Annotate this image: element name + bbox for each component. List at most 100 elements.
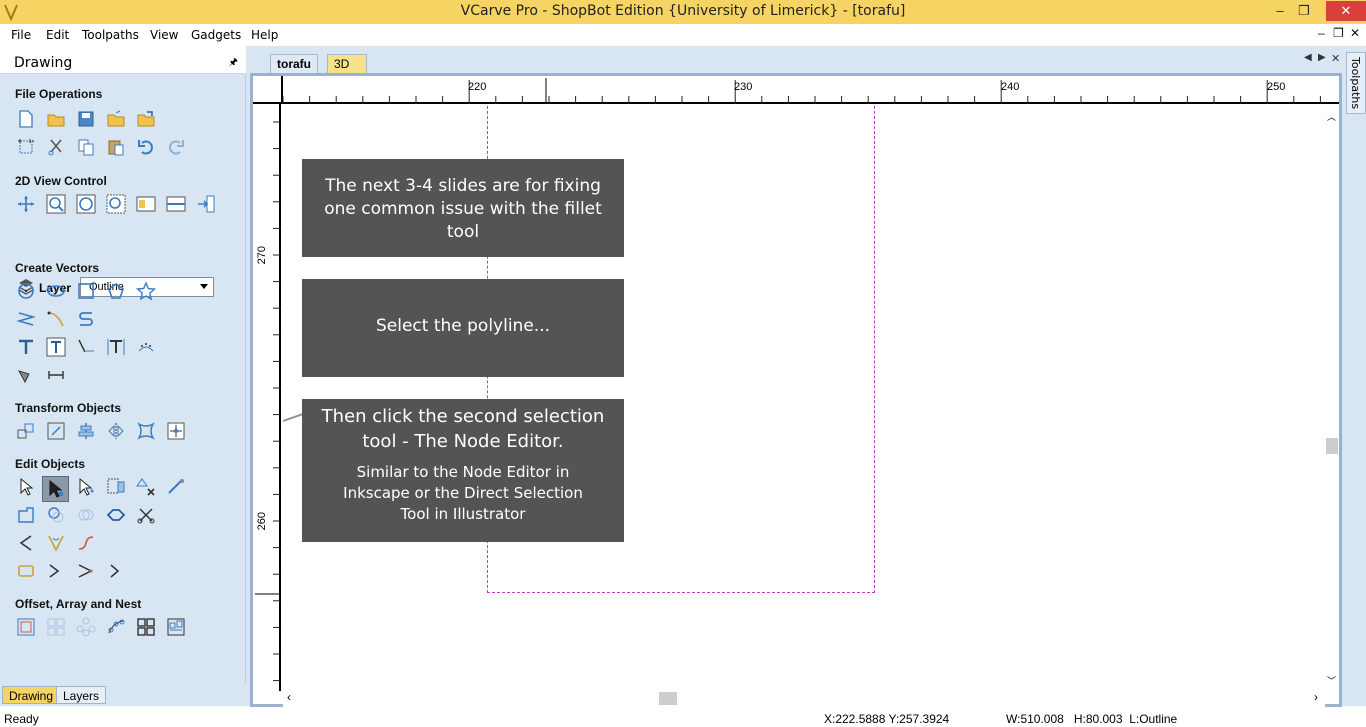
set-position-icon[interactable] bbox=[165, 420, 187, 442]
save-icon[interactable] bbox=[75, 108, 97, 130]
auto-nest-icon[interactable] bbox=[165, 616, 187, 638]
doc-close-button[interactable]: ✕ bbox=[1350, 26, 1360, 40]
scroll-right-icon[interactable]: › bbox=[1314, 690, 1318, 704]
fillet-icon[interactable] bbox=[45, 532, 67, 554]
menu-help[interactable]: Help bbox=[251, 28, 278, 42]
align-icon[interactable] bbox=[75, 420, 97, 442]
smooth-curve-icon[interactable] bbox=[75, 532, 97, 554]
horizontal-scrollbar[interactable]: ‹ › bbox=[283, 689, 1325, 707]
transform-select-icon[interactable] bbox=[75, 476, 97, 498]
paste-icon[interactable] bbox=[105, 136, 127, 158]
move-icon[interactable] bbox=[15, 420, 37, 442]
menu-gadgets[interactable]: Gadgets bbox=[191, 28, 241, 42]
import-icon[interactable] bbox=[135, 108, 157, 130]
scroll-down-icon[interactable]: ﹀ bbox=[1327, 674, 1336, 687]
curve-icon[interactable] bbox=[45, 308, 67, 330]
mirror-icon[interactable] bbox=[105, 420, 127, 442]
view-split-icon[interactable] bbox=[135, 193, 157, 215]
drawing-canvas[interactable]: The next 3-4 slides are for fixing one c… bbox=[283, 106, 1325, 689]
join-vectors-icon[interactable] bbox=[105, 504, 127, 526]
tab-3d-view[interactable]: 3D View bbox=[327, 54, 367, 85]
doc-minimize-button[interactable]: – bbox=[1318, 26, 1325, 40]
star-icon[interactable] bbox=[135, 280, 157, 302]
close-button[interactable]: ✕ bbox=[1326, 1, 1366, 21]
offset-icon[interactable] bbox=[15, 616, 37, 638]
tab-close-icon[interactable]: ✕ bbox=[1331, 52, 1340, 65]
open-recent-icon[interactable] bbox=[105, 108, 127, 130]
copy-icon[interactable] bbox=[75, 136, 97, 158]
job-setup-icon[interactable] bbox=[15, 136, 37, 158]
create-tab-icon[interactable] bbox=[75, 560, 97, 582]
measure-icon[interactable] bbox=[165, 476, 187, 498]
block-copy-icon[interactable] bbox=[45, 616, 67, 638]
tab-prev-icon[interactable]: ◀ bbox=[1304, 52, 1312, 63]
scroll-up-icon[interactable]: ︿ bbox=[1327, 110, 1336, 123]
panel-tabs: Drawing Layers bbox=[0, 684, 246, 706]
menu-toolpaths[interactable]: Toolpaths bbox=[82, 28, 139, 42]
undo-icon[interactable] bbox=[135, 136, 157, 158]
distort-icon[interactable] bbox=[135, 420, 157, 442]
tab-torafu[interactable]: torafu bbox=[270, 54, 318, 74]
menu-edit[interactable]: Edit bbox=[46, 28, 69, 42]
menu-bar: File Edit Toolpaths View Gadgets Help – … bbox=[0, 24, 1366, 46]
trim-icon[interactable] bbox=[135, 504, 157, 526]
subtract-icon[interactable] bbox=[45, 504, 67, 526]
zoom-selection-icon[interactable] bbox=[105, 193, 127, 215]
new-file-icon[interactable] bbox=[15, 108, 37, 130]
adjust-text-icon[interactable] bbox=[105, 336, 127, 358]
auto-layout-text-icon[interactable] bbox=[45, 336, 67, 358]
tab-next-icon[interactable]: ▶ bbox=[1318, 52, 1326, 63]
text-icon[interactable] bbox=[15, 336, 37, 358]
copy-along-vector-icon[interactable] bbox=[105, 616, 127, 638]
scroll-left-icon[interactable]: ‹ bbox=[287, 690, 291, 704]
text-on-curve-icon[interactable] bbox=[75, 336, 97, 358]
node-editor-icon[interactable] bbox=[42, 476, 69, 502]
pin-icon[interactable]: 🖈 bbox=[229, 55, 238, 72]
menu-file[interactable]: File bbox=[11, 28, 31, 42]
tab-layers[interactable]: Layers bbox=[56, 686, 107, 704]
spiral-icon[interactable] bbox=[75, 308, 97, 330]
weld-icon[interactable] bbox=[15, 504, 37, 526]
circular-copy-icon[interactable] bbox=[75, 616, 97, 638]
zoom-extents-icon[interactable] bbox=[75, 193, 97, 215]
arc-text-icon[interactable] bbox=[135, 336, 157, 358]
open-folder-icon[interactable] bbox=[45, 108, 67, 130]
select-tool-icon[interactable] bbox=[15, 476, 37, 498]
circle-icon[interactable] bbox=[15, 280, 37, 302]
dimension-icon[interactable] bbox=[45, 364, 67, 386]
slide-box-3-sub: Similar to the Node Editor in Inkscape o… bbox=[343, 463, 583, 523]
redo-icon[interactable] bbox=[165, 136, 187, 158]
delete-selection-icon[interactable] bbox=[135, 476, 157, 498]
status-coordinates: X:222.5888 Y:257.3924 bbox=[824, 712, 950, 726]
pan-icon[interactable] bbox=[15, 193, 37, 215]
status-bar: Ready X:222.5888 Y:257.3924 W:510.008 H:… bbox=[0, 709, 1366, 727]
fit-arcs-icon[interactable] bbox=[105, 560, 127, 582]
tab-drawing[interactable]: Drawing bbox=[2, 686, 61, 704]
rectangle-icon[interactable] bbox=[75, 280, 97, 302]
polygon-icon[interactable] bbox=[105, 280, 127, 302]
menu-view[interactable]: View bbox=[150, 28, 178, 42]
switch-view-icon[interactable] bbox=[195, 193, 217, 215]
ruler-label-240: 240 bbox=[1001, 81, 1020, 93]
extend-vector-icon[interactable] bbox=[45, 560, 67, 582]
interactive-select-icon[interactable] bbox=[105, 476, 127, 498]
polyline-icon[interactable] bbox=[15, 308, 37, 330]
view-tile-icon[interactable] bbox=[165, 193, 187, 215]
close-vectors-icon[interactable] bbox=[15, 532, 37, 554]
vertical-scrollbar[interactable]: ︿ ﹀ bbox=[1325, 106, 1339, 689]
intersect-icon[interactable] bbox=[75, 504, 97, 526]
nesting-icon[interactable] bbox=[135, 616, 157, 638]
vertical-scroll-thumb[interactable] bbox=[1326, 438, 1338, 454]
zoom-icon[interactable] bbox=[45, 193, 67, 215]
restore-button[interactable]: ❐ bbox=[1291, 1, 1317, 21]
horizontal-scroll-thumb[interactable] bbox=[659, 692, 677, 705]
cut-icon[interactable] bbox=[45, 136, 67, 158]
toolpaths-side-tab[interactable]: Toolpaths bbox=[1346, 52, 1366, 114]
slide-box-3-main: Then click the second selection tool - T… bbox=[321, 406, 605, 452]
nest-outline-icon[interactable] bbox=[15, 560, 37, 582]
scale-icon[interactable] bbox=[45, 420, 67, 442]
ellipse-icon[interactable] bbox=[45, 280, 67, 302]
bitmap-trace-icon[interactable] bbox=[15, 364, 37, 386]
minimize-button[interactable]: – bbox=[1267, 1, 1293, 21]
doc-restore-button[interactable]: ❐ bbox=[1333, 26, 1344, 40]
